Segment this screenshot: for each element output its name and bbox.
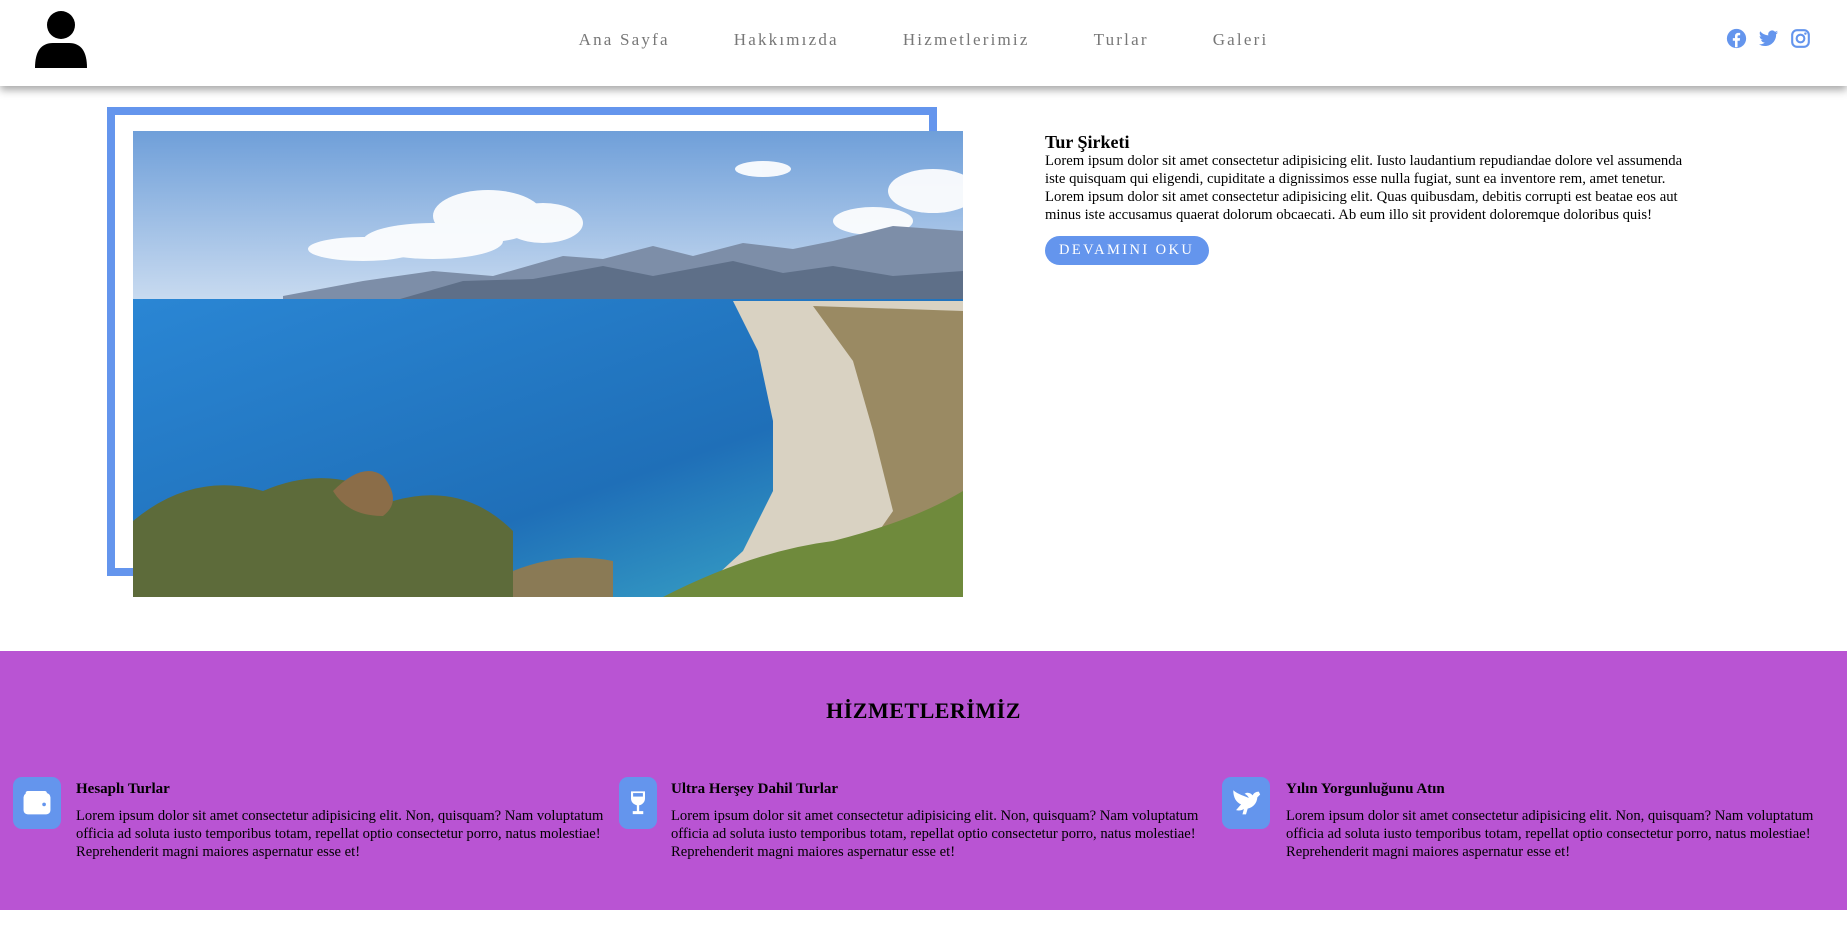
nav-turlar[interactable]: Turlar <box>1094 30 1149 50</box>
nav-ana-sayfa[interactable]: Ana Sayfa <box>579 30 670 50</box>
instagram-icon[interactable] <box>1790 28 1811 49</box>
about-section: Tur Şirketi Lorem ipsum dolor sit amet c… <box>1045 132 1695 265</box>
about-text: Lorem ipsum dolor sit amet consectetur a… <box>1045 153 1683 223</box>
coastal-beach-photo <box>133 131 963 597</box>
dove-icon <box>1222 777 1270 829</box>
nav-galeri[interactable]: Galeri <box>1213 30 1269 50</box>
service-text: Lorem ipsum dolor sit amet consectetur a… <box>671 808 1199 860</box>
service-text: Lorem ipsum dolor sit amet consectetur a… <box>1286 808 1814 860</box>
nav-hizmetlerimiz[interactable]: Hizmetlerimiz <box>903 30 1030 50</box>
site-header: Ana Sayfa Hakkımızda Hizmetlerimiz Turla… <box>0 0 1847 86</box>
service-title: Hesaplı Turlar <box>76 781 170 797</box>
wallet-icon <box>13 777 61 829</box>
services-section: HİZMETLERİMİZ Hesaplı Turlar Lorem ipsum… <box>0 651 1847 910</box>
nav-hakkimizda[interactable]: Hakkımızda <box>734 30 839 50</box>
service-title: Yılın Yorgunluğunu Atın <box>1286 781 1445 797</box>
about-title: Tur Şirketi <box>1045 132 1130 152</box>
service-title: Ultra Herşey Dahil Turlar <box>671 781 839 797</box>
wine-glass-icon <box>619 777 657 829</box>
service-text: Lorem ipsum dolor sit amet consectetur a… <box>76 808 604 860</box>
facebook-icon[interactable] <box>1726 28 1747 49</box>
main-nav: Ana Sayfa Hakkımızda Hizmetlerimiz Turla… <box>0 0 1847 86</box>
services-title: HİZMETLERİMİZ <box>826 698 1021 723</box>
read-more-button[interactable]: DEVAMINI OKU <box>1045 236 1210 265</box>
twitter-icon[interactable] <box>1758 28 1779 49</box>
social-links <box>1726 28 1811 49</box>
